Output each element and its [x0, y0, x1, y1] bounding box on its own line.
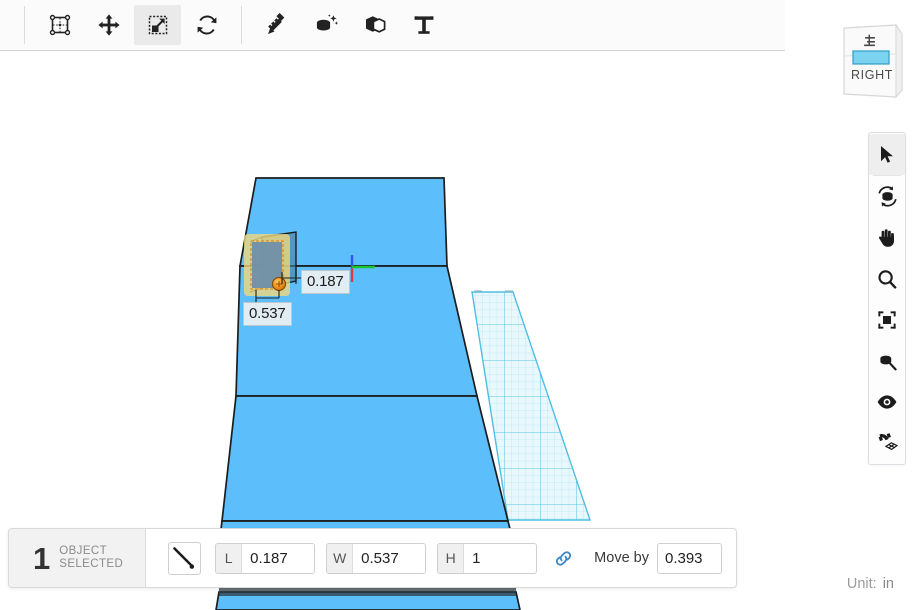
dimension-label-length[interactable]: 0.187	[301, 270, 350, 294]
text-tool-icon	[414, 16, 433, 34]
height-input[interactable]	[464, 543, 537, 573]
move-icon	[97, 14, 120, 36]
toolbar-group-create	[252, 0, 448, 51]
nav-visibility-button[interactable]	[869, 381, 905, 422]
view-cube-icon[interactable]: RIGHT	[836, 22, 908, 100]
unit-label: Unit:	[846, 576, 877, 592]
length-field-key: L	[216, 543, 243, 573]
height-field-key: H	[438, 543, 465, 573]
selection-label-line2: SELECTED	[59, 558, 124, 570]
toolbar-group-transform	[35, 0, 231, 51]
orbit-icon	[877, 186, 897, 207]
navigation-toolbar	[868, 132, 906, 465]
scale-icon	[148, 15, 167, 35]
group-shapes-icon	[365, 16, 385, 33]
snap-grid-icon	[878, 433, 898, 451]
tool-move-button[interactable]	[85, 5, 132, 45]
length-input[interactable]	[242, 543, 315, 573]
width-input[interactable]	[353, 543, 426, 573]
tool-draw-button[interactable]	[253, 5, 300, 45]
scene-canvas[interactable]	[0, 0, 920, 610]
eye-icon	[877, 394, 897, 409]
magnifier-icon	[878, 269, 897, 289]
nav-snap-grid-button[interactable]	[869, 422, 905, 463]
object-inspector-bar: 1 OBJECT SELECTED L W H	[8, 528, 737, 588]
length-field[interactable]: L	[215, 542, 316, 574]
zoom-to-object-icon	[880, 355, 897, 370]
tool-scale-button[interactable]	[134, 5, 181, 45]
nav-cursor-button[interactable]	[869, 134, 905, 175]
diagonal-line-shape-icon	[173, 546, 195, 569]
move-by-label: Move by	[594, 550, 649, 566]
view-cube-label: RIGHT	[851, 68, 893, 82]
selection-label-line1: OBJECT	[59, 545, 108, 557]
cursor-arrow-icon	[880, 146, 893, 163]
move-by-input[interactable]	[657, 543, 721, 573]
tool-rotate-button[interactable]	[183, 5, 230, 45]
selected-object[interactable]	[244, 231, 297, 296]
tool-select-button[interactable]	[36, 5, 83, 45]
tinkercad-editor-window: 0.187 0.537 RIGHT 1 OBJECT SELECTED L 0.…	[0, 0, 920, 610]
new-shape-icon	[316, 14, 338, 31]
selection-status-chip: 1 OBJECT SELECTED	[9, 529, 147, 587]
unit-value: in	[882, 576, 894, 592]
toolbar-gap-b	[231, 0, 241, 51]
selection-count: 1	[33, 540, 51, 576]
shape-preview-swatch[interactable]	[168, 541, 202, 575]
chain-link-icon	[555, 550, 571, 566]
select-box-icon	[49, 14, 70, 36]
pencil-ruler-icon	[267, 12, 284, 34]
lock-aspect-ratio-button[interactable]	[550, 545, 576, 571]
3d-viewport[interactable]: 0.187 0.537	[0, 0, 920, 610]
nav-fit-all-button[interactable]	[869, 299, 905, 340]
tool-text-button[interactable]	[400, 5, 447, 45]
hand-pan-icon	[878, 228, 894, 247]
height-field[interactable]: H	[437, 542, 538, 574]
toolbar-left-pad	[0, 0, 24, 51]
toolbar-gap-a	[25, 0, 35, 51]
dimension-label-width[interactable]: 0.537	[243, 302, 292, 326]
rotate-icon	[197, 15, 216, 35]
fit-to-view-icon	[878, 310, 896, 329]
width-field-key: W	[327, 543, 354, 573]
selection-label: OBJECT SELECTED	[59, 545, 123, 571]
unit-display: Unit: in	[847, 576, 894, 592]
tool-new-shape-button[interactable]	[302, 5, 349, 45]
top-toolbar	[0, 0, 785, 51]
nav-zoom-button[interactable]	[869, 258, 905, 299]
move-by-field[interactable]	[656, 542, 722, 574]
solid-face-bottom[interactable]	[221, 395, 510, 522]
nav-pan-button[interactable]	[869, 217, 905, 258]
tool-group-button[interactable]	[351, 5, 398, 45]
nav-orbit-button[interactable]	[869, 176, 905, 217]
view-cube[interactable]: RIGHT	[836, 22, 908, 100]
width-field[interactable]: W	[326, 542, 427, 574]
toolbar-gap-c	[242, 0, 252, 51]
nav-zoom-object-button[interactable]	[869, 340, 905, 381]
